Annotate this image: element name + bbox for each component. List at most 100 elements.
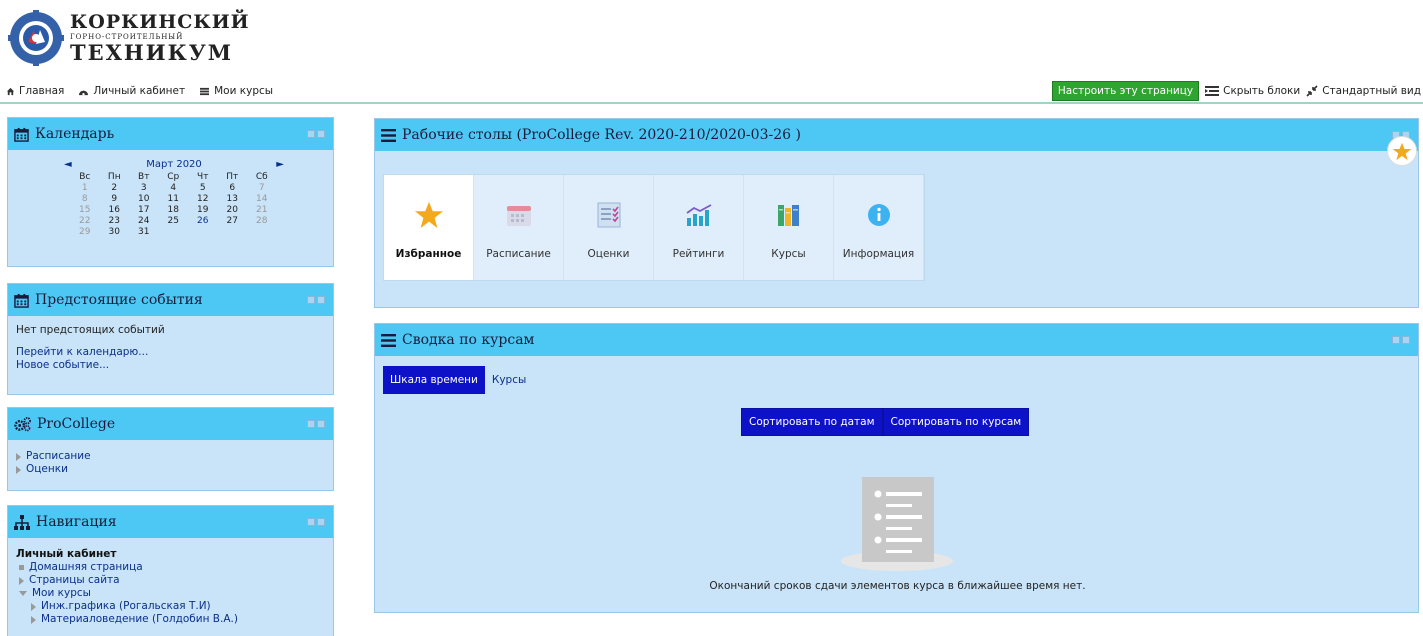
nav-tree-course-link[interactable]: Инж.графика (Рогальская Т.И): [41, 600, 211, 613]
calendar-next-month[interactable]: ►: [276, 159, 284, 170]
nav-my-courses-label: Мои курсы: [214, 85, 274, 97]
goto-calendar-link[interactable]: Перейти к календарю...: [16, 346, 325, 359]
nav-home-link[interactable]: Главная: [6, 85, 64, 97]
procollege-schedule-link[interactable]: Расписание: [26, 450, 91, 463]
calendar-day[interactable]: 13: [218, 193, 248, 204]
nav-tree-root[interactable]: Личный кабинет: [16, 548, 325, 561]
tile-schedule[interactable]: Расписание: [474, 175, 564, 280]
block-controls[interactable]: [1392, 336, 1410, 344]
nav-tree-my-courses[interactable]: Мои курсы: [32, 587, 91, 600]
calendar-day: [218, 226, 248, 237]
procollege-header: ProCollege: [8, 408, 333, 440]
calendar-day[interactable]: 9: [100, 193, 130, 204]
star-icon: [1392, 142, 1412, 160]
calendar-day[interactable]: 12: [188, 193, 218, 204]
menu-icon[interactable]: [381, 333, 396, 347]
tile-information[interactable]: Информация: [834, 175, 924, 280]
tab-timeline[interactable]: Шкала времени: [383, 366, 485, 394]
procollege-grades-link[interactable]: Оценки: [26, 463, 68, 476]
calendar-day[interactable]: 30: [100, 226, 130, 237]
nav-dashboard-label: Личный кабинет: [93, 85, 186, 97]
calendar-day[interactable]: 26: [188, 215, 218, 226]
nav-tree-item[interactable]: Домашняя страница: [16, 561, 325, 574]
site-logo[interactable]: КОРКИНСКИЙ ГОРНО-СТРОИТЕЛЬНЫЙ ТЕХНИКУМ: [8, 10, 250, 66]
calendar-day[interactable]: 18: [159, 204, 189, 215]
calendar-day[interactable]: 10: [129, 193, 159, 204]
nav-tree-item[interactable]: Страницы сайта: [16, 574, 325, 587]
nav-tree-home-link[interactable]: Домашняя страница: [29, 561, 143, 574]
tile-favorites[interactable]: Избранное: [384, 175, 474, 280]
calendar-week: 15 16 17 18 19 20 21: [70, 204, 277, 215]
weekday-header: Ср: [167, 171, 180, 182]
calendar-day[interactable]: 3: [129, 182, 159, 193]
dashboards-title: Рабочие столы (ProCollege Rev. 2020-210/…: [402, 127, 801, 143]
weekday-header: Пн: [107, 171, 121, 182]
calendar-day[interactable]: 15: [70, 204, 100, 215]
block-controls[interactable]: [307, 296, 325, 304]
tile-label: Рейтинги: [672, 248, 725, 260]
procollege-item[interactable]: Расписание: [16, 450, 325, 463]
calendar-day[interactable]: 29: [70, 226, 100, 237]
calendar-month-title[interactable]: Март 2020: [146, 159, 202, 170]
calendar-day: [159, 226, 189, 237]
calendar-prev-month[interactable]: ◄: [64, 159, 72, 170]
nav-home-label: Главная: [19, 85, 65, 97]
calendar-day[interactable]: 27: [218, 215, 248, 226]
calendar-day[interactable]: 23: [100, 215, 130, 226]
weekday-header: Сб: [255, 171, 268, 182]
calendar-day[interactable]: 19: [188, 204, 218, 215]
calendar-day[interactable]: 21: [247, 204, 277, 215]
nav-tree-item[interactable]: Мои курсы: [16, 587, 325, 600]
calendar-day[interactable]: 5: [188, 182, 218, 193]
customize-page-button[interactable]: Настроить эту страницу: [1051, 81, 1200, 101]
block-controls[interactable]: [307, 130, 325, 138]
procollege-item[interactable]: Оценки: [16, 463, 325, 476]
sitemap-icon: [14, 514, 30, 530]
calendar-day[interactable]: 16: [100, 204, 130, 215]
calendar-week: 29 30 31: [70, 226, 277, 237]
calendar-block: Календарь ◄ Март 2020 ► Вс Пн Вт Ср Чт Пт Сб 1…: [7, 117, 334, 267]
block-controls[interactable]: [307, 420, 325, 428]
upcoming-events-header: Предстоящие события: [8, 284, 333, 316]
calendar-day[interactable]: 4: [159, 182, 189, 193]
tile-label: Избранное: [395, 248, 462, 260]
menu-icon[interactable]: [381, 128, 396, 142]
calendar-day[interactable]: 2: [100, 182, 130, 193]
calendar-day[interactable]: 24: [129, 215, 159, 226]
new-event-link[interactable]: Новое событие...: [16, 359, 325, 372]
calendar-day[interactable]: 6: [218, 182, 248, 193]
calendar-day[interactable]: 31: [129, 226, 159, 237]
calendar-day[interactable]: 7: [247, 182, 277, 193]
tile-courses[interactable]: Курсы: [744, 175, 834, 280]
navigation-header: Навигация: [8, 506, 333, 538]
sort-by-dates-button[interactable]: Сортировать по датам: [741, 408, 883, 436]
calendar-day[interactable]: 8: [70, 193, 100, 204]
nav-tree-course-link[interactable]: Материаловедение (Голдобин В.А.): [41, 613, 238, 626]
calendar-day[interactable]: 1: [70, 182, 100, 193]
calendar-day[interactable]: 14: [247, 193, 277, 204]
nav-tree-site-pages[interactable]: Страницы сайта: [29, 574, 120, 587]
nav-tree-item[interactable]: Инж.графика (Рогальская Т.И): [16, 600, 325, 613]
calendar-day[interactable]: 25: [159, 215, 189, 226]
calendar-day[interactable]: 11: [159, 193, 189, 204]
tile-grades[interactable]: Оценки: [564, 175, 654, 280]
tile-label: Оценки: [587, 248, 630, 260]
tab-courses[interactable]: Курсы: [485, 366, 533, 394]
procollege-block: ProCollege Расписание Оценки: [7, 407, 334, 491]
expand-arrow-icon: [19, 576, 24, 585]
calendar-day[interactable]: 22: [70, 215, 100, 226]
expand-arrow-icon: [16, 465, 21, 474]
sort-by-courses-button[interactable]: Сортировать по курсам: [882, 408, 1030, 436]
favorite-star-button[interactable]: [1387, 136, 1417, 166]
hide-blocks-link[interactable]: Скрыть блоки: [1205, 85, 1300, 97]
standard-view-link[interactable]: Стандартный вид: [1306, 85, 1421, 97]
calendar-day[interactable]: 17: [129, 204, 159, 215]
block-controls[interactable]: [307, 518, 325, 526]
tile-ratings[interactable]: Рейтинги: [654, 175, 744, 280]
nav-my-courses-link[interactable]: Мои курсы: [199, 85, 273, 97]
collapse-arrow-icon: [19, 591, 27, 596]
calendar-day[interactable]: 20: [218, 204, 248, 215]
nav-dashboard-link[interactable]: Личный кабинет: [78, 85, 185, 97]
calendar-day[interactable]: 28: [247, 215, 277, 226]
nav-tree-item[interactable]: Материаловедение (Голдобин В.А.): [16, 613, 325, 626]
